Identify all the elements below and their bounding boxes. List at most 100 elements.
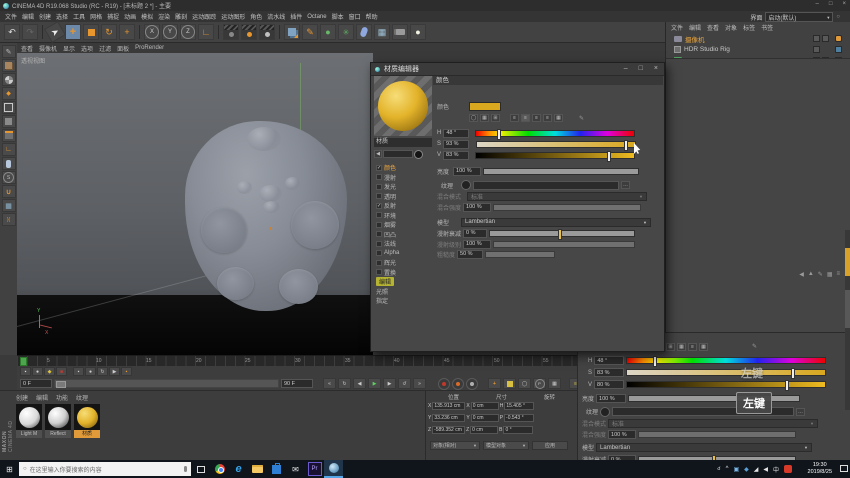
start-button[interactable]: ⊞ xyxy=(0,460,19,478)
network-icon[interactable]: ◢ xyxy=(754,466,759,473)
texture-field[interactable] xyxy=(473,181,619,190)
viewport-menu-item[interactable]: 显示 xyxy=(63,44,75,53)
key-position-icon[interactable]: ▪ xyxy=(73,367,84,376)
menu-item[interactable]: 角色 xyxy=(250,12,262,21)
move-tool-icon[interactable]: + xyxy=(65,24,81,40)
polygons-mode-icon[interactable] xyxy=(2,115,16,128)
z-axis-lock-icon[interactable]: Z xyxy=(180,24,196,40)
render-picture-viewer-icon[interactable] xyxy=(241,24,257,40)
color-picker-icon[interactable]: ✎ xyxy=(579,115,584,122)
scale-tool-icon[interactable] xyxy=(83,24,99,40)
menu-item[interactable]: 编辑 xyxy=(22,12,34,21)
edges-mode-icon[interactable] xyxy=(2,101,16,114)
viewport-menu-item[interactable]: ProRender xyxy=(135,45,164,51)
dialog-minimize-button[interactable]: – xyxy=(624,65,628,72)
menu-item[interactable]: 运动图形 xyxy=(221,12,245,21)
visibility-dot-icon[interactable] xyxy=(822,35,829,42)
protection-tag-icon[interactable] xyxy=(835,35,842,42)
spectrum-mode-icon[interactable]: ▦ xyxy=(480,114,489,122)
timeline-playhead[interactable] xyxy=(20,357,27,366)
enable-axis-icon[interactable]: ∟ xyxy=(2,143,16,156)
scene-camera-icon[interactable] xyxy=(392,24,408,40)
rotation-b-field[interactable]: 0 ° xyxy=(503,426,533,434)
menu-item[interactable]: 渲染 xyxy=(158,12,170,21)
size-y-field[interactable]: 0 cm xyxy=(471,414,499,422)
undo-icon[interactable]: ↶ xyxy=(4,24,20,40)
hsv-mode-icon[interactable]: ▦ xyxy=(677,343,686,351)
chrome-icon[interactable] xyxy=(210,460,229,478)
deformer-icon[interactable] xyxy=(356,24,372,40)
primitive-cube-icon[interactable] xyxy=(284,24,300,40)
coords-mode-dropdown[interactable]: 对象(相对)▼ xyxy=(430,441,480,450)
cinema4d-taskbar-icon[interactable] xyxy=(324,460,343,478)
value-field[interactable]: 80 % xyxy=(594,380,624,389)
cube-toggle-icon[interactable] xyxy=(503,378,516,389)
autokey-record-icon[interactable]: ■ xyxy=(56,367,67,376)
play-button[interactable]: ▶ xyxy=(368,378,381,389)
material-item[interactable]: Reflect xyxy=(45,404,71,438)
model-dropdown[interactable]: Lambertian▼ xyxy=(596,443,812,452)
volume-icon[interactable]: ◀ xyxy=(763,466,768,473)
viewport-menu-item[interactable]: 查看 xyxy=(21,44,33,53)
channel-row[interactable]: ✓颜色 xyxy=(374,163,432,173)
taskbar-search[interactable]: ○ 在这里输入你要搜索的内容 xyxy=(19,462,191,476)
om-menu-item[interactable]: 文件 xyxy=(671,23,683,32)
kelvin-mode-icon[interactable]: ≡ xyxy=(532,114,541,122)
apply-button[interactable]: 应用 xyxy=(532,441,568,450)
menu-item[interactable]: 帮助 xyxy=(366,12,378,21)
brightness-field[interactable]: 100 % xyxy=(453,167,481,176)
texture-browse-icon[interactable]: … xyxy=(621,181,630,189)
prev-preview-icon[interactable]: ◀ xyxy=(374,150,382,158)
parent-up-icon[interactable]: ▲ xyxy=(808,271,814,278)
interface-dropdown[interactable]: 启动(默认)▼ xyxy=(765,12,833,22)
channel-row[interactable]: 法线 xyxy=(374,239,432,249)
mic-icon[interactable] xyxy=(184,466,187,472)
texture-mode-icon[interactable] xyxy=(2,73,16,86)
menu-item[interactable]: 运动跟踪 xyxy=(192,12,216,21)
value-slider[interactable] xyxy=(626,381,826,388)
om-menu-item[interactable]: 标签 xyxy=(743,23,755,32)
loop-button[interactable]: ↻ xyxy=(338,378,351,389)
workplane-mode-icon[interactable] xyxy=(2,129,16,142)
mograph-icon[interactable]: ✳ xyxy=(338,24,354,40)
spline-pen-icon[interactable]: ✎ xyxy=(302,24,318,40)
ime-indicator[interactable]: 中 xyxy=(773,465,779,474)
parameter-toggle-icon[interactable]: P xyxy=(533,378,546,389)
notification-center-icon[interactable] xyxy=(840,465,848,472)
rotation-h-field[interactable]: 15.405 ° xyxy=(504,402,534,410)
channel-row-illumination[interactable]: 光照 xyxy=(374,287,432,297)
texture-browse-icon[interactable]: … xyxy=(796,408,805,416)
channel-row[interactable]: 辉光 xyxy=(374,258,432,268)
saturation-slider[interactable] xyxy=(626,369,826,376)
x-axis-lock-icon[interactable]: X xyxy=(144,24,160,40)
search-icon[interactable]: ○ xyxy=(836,14,840,20)
key-scale-icon[interactable]: ● xyxy=(85,367,96,376)
previous-frame-button[interactable]: ◀ xyxy=(353,378,366,389)
menu-item[interactable]: 雕刻 xyxy=(175,12,187,21)
rotate-tool-icon[interactable]: ↻ xyxy=(101,24,117,40)
material-item-selected[interactable]: 材质 xyxy=(74,404,100,438)
menu-item[interactable]: 脚本 xyxy=(332,12,344,21)
render-settings-icon[interactable] xyxy=(259,24,275,40)
goto-end-button[interactable]: » xyxy=(413,378,426,389)
material-preview[interactable] xyxy=(374,76,432,136)
y-axis-lock-icon[interactable]: Y xyxy=(162,24,178,40)
hue-slider[interactable] xyxy=(626,357,826,364)
user-tray-icon[interactable]: ☌ xyxy=(717,466,720,472)
menu-item[interactable]: 动画 xyxy=(124,12,136,21)
autokey-icon[interactable]: ● xyxy=(32,367,43,376)
texture-preview-icon[interactable] xyxy=(600,407,610,417)
texture-preview-icon[interactable] xyxy=(461,180,471,190)
edit-mode-icon[interactable]: ✎ xyxy=(818,271,823,278)
make-editable-icon[interactable]: ✎ xyxy=(2,45,16,58)
premiere-icon[interactable]: Pr xyxy=(305,460,324,478)
dialog-titlebar[interactable]: 材质编辑器 – □ × xyxy=(371,63,664,76)
value-slider[interactable] xyxy=(475,152,635,159)
saturation-field[interactable]: 93 % xyxy=(443,140,469,149)
channel-row[interactable]: 环境 xyxy=(374,211,432,221)
rgb-mode-icon[interactable]: ⊞ xyxy=(666,343,675,351)
channel-row[interactable]: 发光 xyxy=(374,182,432,192)
channel-row-editor[interactable]: 编辑 xyxy=(374,277,432,287)
channel-row[interactable]: ✓反射 xyxy=(374,201,432,211)
key-pla-icon[interactable]: ▪ xyxy=(121,367,132,376)
